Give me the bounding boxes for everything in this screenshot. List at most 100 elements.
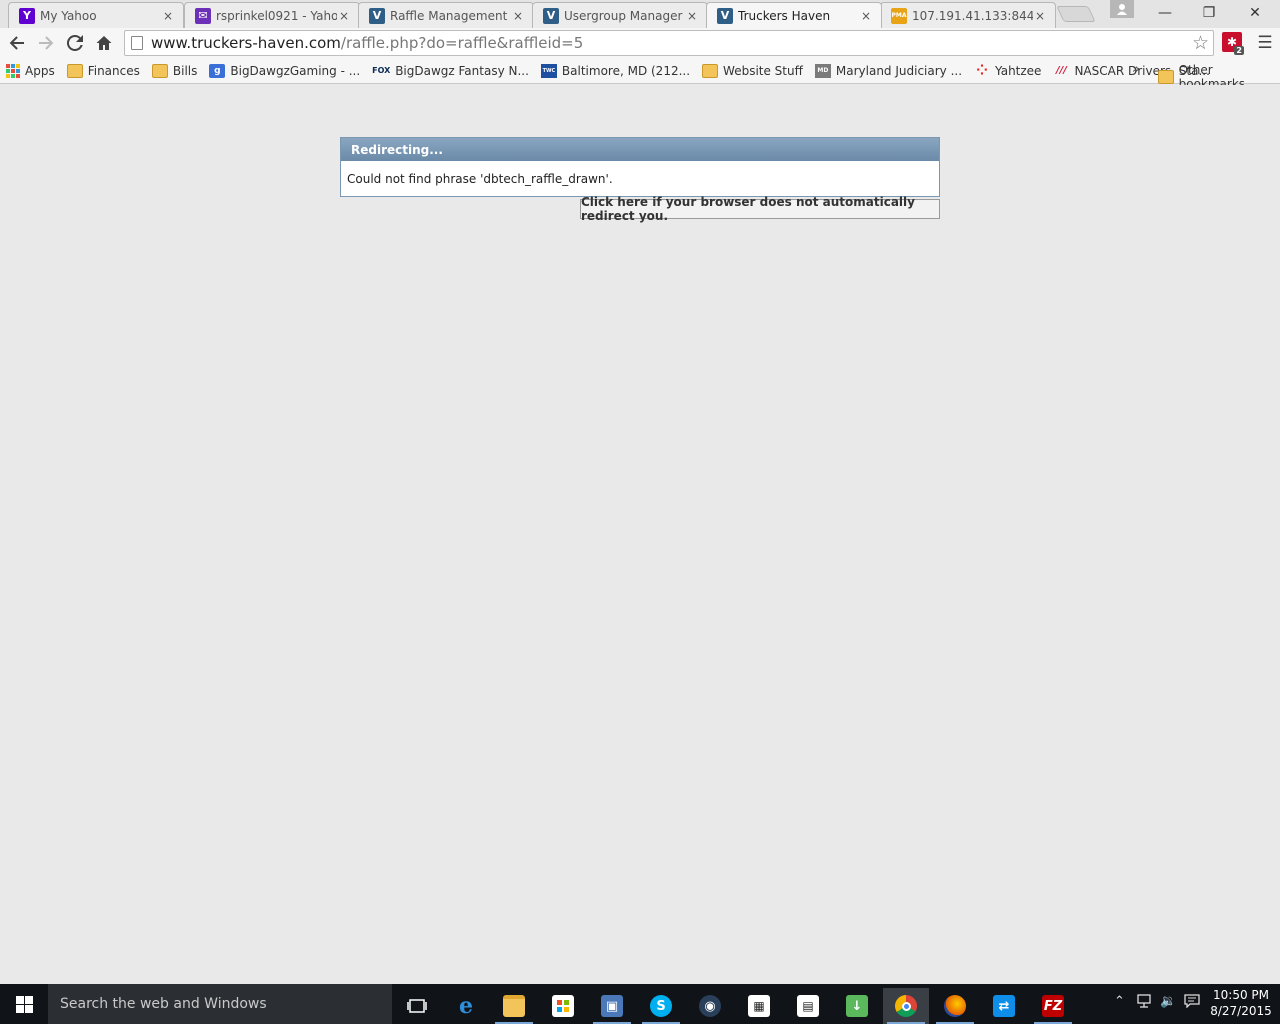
steam-icon: ◉ <box>699 995 721 1017</box>
tab-title: rsprinkel0921 - Yahoo <box>216 8 337 23</box>
close-window-button[interactable]: ✕ <box>1232 0 1278 26</box>
forward-button[interactable] <box>33 31 59 55</box>
bookmark-apps[interactable]: Apps <box>6 63 55 78</box>
taskbar-calendar[interactable]: ▤ <box>785 988 831 1024</box>
bookmark-label: Baltimore, MD (212... <box>561 63 691 78</box>
clock-time: 10:50 PM <box>1213 988 1269 1002</box>
tab-close-icon[interactable]: × <box>1033 9 1047 23</box>
bookmark-baltimore-weather[interactable]: TWC Baltimore, MD (212... <box>540 63 691 78</box>
start-button[interactable] <box>0 984 48 1024</box>
taskbar-firefox[interactable] <box>932 988 978 1024</box>
taskbar-clock[interactable]: 10:50 PM 8/27/2015 <box>1206 987 1276 1019</box>
taskbar-teamviewer[interactable]: ⇄ <box>981 988 1027 1024</box>
taskbar-download-manager[interactable]: ↓ <box>834 988 880 1024</box>
url-path: /raffle.php?do=raffle&raffleid=5 <box>340 34 584 52</box>
network-icon[interactable] <box>1136 994 1152 1012</box>
chrome-icon <box>895 995 917 1017</box>
bookmarks-overflow-button[interactable]: » <box>1132 62 1140 77</box>
vbulletin-favicon-icon: V <box>543 7 559 24</box>
bookmark-bigdawgzgaming[interactable]: g BigDawgzGaming - ... <box>209 63 361 78</box>
new-tab-button[interactable] <box>1056 6 1096 22</box>
taskbar-filezilla[interactable]: FZ <box>1030 988 1076 1024</box>
reload-button[interactable] <box>62 31 88 55</box>
tab-title: Usergroup Manager - <box>564 8 685 23</box>
bookmark-maryland-judiciary[interactable]: MD Maryland Judiciary ... <box>814 63 963 78</box>
task-view-button[interactable] <box>394 988 440 1024</box>
judiciary-icon: MD <box>814 63 831 78</box>
bookmark-website-stuff[interactable]: Website Stuff <box>702 63 803 78</box>
fox-icon: FOX <box>372 66 391 75</box>
bookmark-yahtzee[interactable]: ⁘ Yahtzee <box>974 63 1042 79</box>
folder-icon <box>702 63 719 78</box>
bookmark-label: Yahtzee <box>995 63 1042 78</box>
taskbar-search-input[interactable]: Search the web and Windows <box>48 984 392 1024</box>
tab-close-icon[interactable]: × <box>685 9 699 23</box>
bookmark-finances[interactable]: Finances <box>66 63 140 78</box>
tab-phpmyadmin[interactable]: PMA 107.191.41.133:8443 / × <box>880 2 1056 28</box>
redirect-manual-link[interactable]: Click here if your browser does not auto… <box>580 195 940 223</box>
file-explorer-icon <box>503 995 525 1017</box>
home-icon <box>96 36 112 50</box>
taskbar-remote-desktop[interactable]: ▣ <box>589 988 635 1024</box>
bookmark-label: Finances <box>87 63 140 78</box>
filezilla-icon: FZ <box>1042 995 1064 1017</box>
taskbar-chrome[interactable] <box>883 988 929 1024</box>
forward-arrow-icon <box>39 36 54 50</box>
edge-icon: e <box>459 993 473 1019</box>
action-center-icon[interactable] <box>1184 994 1200 1012</box>
yahoo-favicon-icon: Y <box>19 7 35 24</box>
windows-logo-icon <box>15 995 33 1013</box>
tab-title: Truckers Haven <box>738 8 831 23</box>
task-view-icon <box>407 999 427 1013</box>
back-button[interactable] <box>4 31 30 55</box>
vbulletin-favicon-icon: V <box>717 7 733 24</box>
minimize-button[interactable]: — <box>1142 0 1188 26</box>
tab-raffle-management[interactable]: V Raffle Management - T × <box>358 2 534 28</box>
bookmark-bigdawgz-fantasy[interactable]: FOX BigDawgz Fantasy N... <box>372 64 529 78</box>
folder-icon <box>1158 70 1174 84</box>
folder-icon <box>151 63 168 78</box>
tab-my-yahoo[interactable]: Y My Yahoo × <box>8 2 184 28</box>
redirect-title: Redirecting... <box>341 138 939 161</box>
chrome-menu-icon[interactable]: ☰ <box>1254 31 1276 55</box>
tab-truckers-haven[interactable]: V Truckers Haven × <box>706 2 882 28</box>
taskbar-calculator[interactable]: ▦ <box>736 988 782 1024</box>
bookmark-bills[interactable]: Bills <box>151 63 198 78</box>
volume-icon[interactable]: 🔉 <box>1160 994 1176 1009</box>
profile-icon[interactable] <box>1110 0 1134 18</box>
bookmark-label: BigDawgzGaming - ... <box>230 63 361 78</box>
bookmark-label: Website Stuff <box>723 63 803 78</box>
taskbar-edge[interactable]: e <box>443 988 489 1024</box>
bookmark-label: Bills <box>172 63 198 78</box>
extension-lastpass-icon[interactable]: ✱ 2 <box>1222 32 1244 55</box>
page-content: Redirecting... Could not find phrase 'db… <box>0 85 1280 984</box>
tab-close-icon[interactable]: × <box>161 9 175 23</box>
taskbar-steam[interactable]: ◉ <box>687 988 733 1024</box>
bookmark-label: Maryland Judiciary ... <box>835 63 963 78</box>
taskbar-store[interactable] <box>540 988 586 1024</box>
folder-icon <box>66 63 83 78</box>
tab-close-icon[interactable]: × <box>511 9 525 23</box>
maximize-button[interactable]: ❐ <box>1186 0 1232 26</box>
tab-usergroup-manager[interactable]: V Usergroup Manager - × <box>532 2 708 28</box>
home-button[interactable] <box>91 31 117 55</box>
tab-title: 107.191.41.133:8443 / <box>912 8 1033 23</box>
tab-close-icon[interactable]: × <box>337 9 351 23</box>
bookmarks-bar: Apps Finances Bills g BigDawgzGaming - .… <box>0 58 1280 91</box>
phpmyadmin-favicon-icon: PMA <box>891 7 907 24</box>
tray-overflow-chevron-icon[interactable]: ⌃ <box>1114 994 1125 1009</box>
g-icon: g <box>209 63 226 78</box>
tab-yahoo-mail[interactable]: ✉ rsprinkel0921 - Yahoo × <box>184 2 360 28</box>
reload-icon <box>67 35 83 51</box>
clock-date: 8/27/2015 <box>1210 1004 1272 1018</box>
teamviewer-icon: ⇄ <box>993 995 1015 1017</box>
taskbar-skype[interactable]: S <box>638 988 684 1024</box>
tab-title: My Yahoo <box>40 8 97 23</box>
bookmark-star-icon[interactable]: ☆ <box>1192 32 1209 54</box>
taskbar-file-explorer[interactable] <box>491 988 537 1024</box>
apps-icon <box>6 63 20 78</box>
address-bar[interactable]: www.truckers-haven.com/raffle.php?do=raf… <box>124 30 1214 56</box>
redirect-panel: Redirecting... Could not find phrase 'db… <box>340 137 940 197</box>
skype-icon: S <box>650 995 672 1017</box>
tab-close-icon[interactable]: × <box>859 9 873 23</box>
